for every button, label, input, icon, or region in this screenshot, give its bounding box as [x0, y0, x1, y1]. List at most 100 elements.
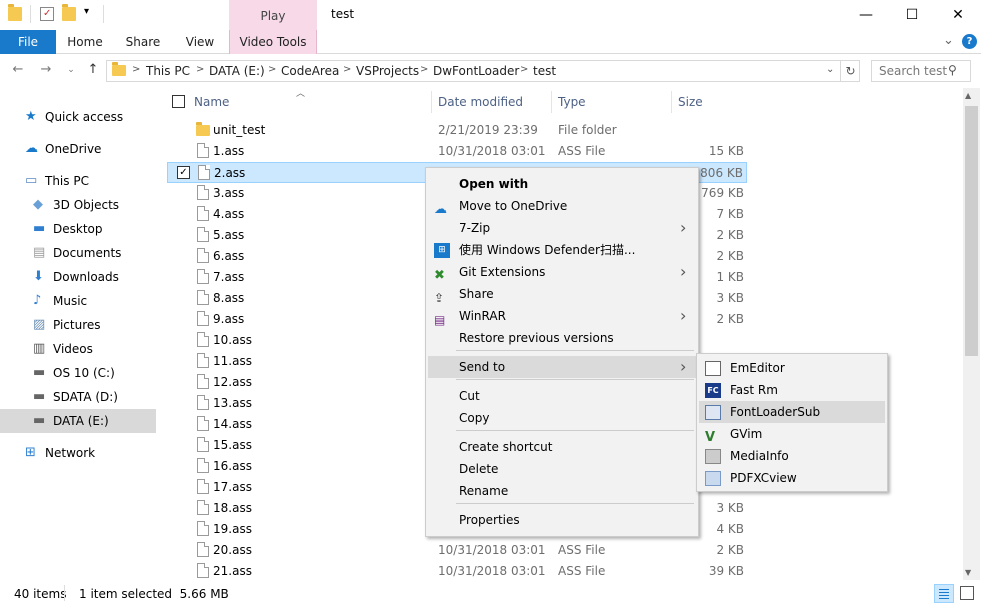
menu-item-7-zip[interactable]: 7-Zip › — [428, 217, 696, 239]
nav-item-videos[interactable]: ▥ Videos — [33, 338, 93, 360]
menu-item-restore-previous-versions[interactable]: Restore previous versions — [428, 327, 696, 349]
nav-item-this-pc[interactable]: ▭ This PC — [25, 170, 89, 192]
properties-icon[interactable]: ✓ — [40, 7, 54, 21]
select-all-checkbox[interactable] — [172, 95, 185, 108]
column-divider[interactable] — [431, 91, 432, 113]
menu-item-label: Move to OneDrive — [459, 199, 568, 213]
file-row[interactable]: 21.ass 10/31/2018 03:01 ASS File 39 KB — [167, 561, 747, 582]
file-row[interactable]: 1.ass 10/31/2018 03:01 ASS File 15 KB — [167, 141, 747, 162]
breadcrumb-separator[interactable]: > — [343, 64, 351, 75]
row-checkbox[interactable]: ✓ — [177, 166, 190, 179]
refresh-icon[interactable]: ↻ — [840, 60, 860, 82]
cloud-icon: ☁ — [25, 141, 38, 156]
nav-item-downloads[interactable]: ⬇ Downloads — [33, 266, 119, 288]
breadcrumb-separator[interactable]: > — [420, 64, 428, 75]
back-button[interactable]: ← — [10, 62, 26, 78]
help-icon[interactable]: ? — [962, 34, 977, 49]
nav-item-pictures[interactable]: ▨ Pictures — [33, 314, 101, 336]
send-to-mediainfo[interactable]: MediaInfo — [699, 445, 885, 467]
send-to-gvim[interactable]: V GVim — [699, 423, 885, 445]
tab-view[interactable]: View — [175, 30, 225, 54]
breadcrumb-test[interactable]: test — [533, 64, 556, 78]
nav-item-documents[interactable]: ▤ Documents — [33, 242, 121, 264]
customize-quick-access-icon[interactable]: ▾ — [84, 6, 89, 17]
column-date[interactable]: Date modified — [438, 95, 523, 109]
up-button[interactable]: ↑ — [85, 62, 101, 78]
file-type: ASS File — [558, 543, 606, 557]
file-icon — [197, 563, 209, 578]
ribbon-collapse-icon[interactable]: ⌄ — [943, 33, 954, 48]
send-to-pdfxcview[interactable]: PDFXCview — [699, 467, 885, 489]
file-size: 15 KB — [708, 144, 744, 158]
menu-item-git-extensions[interactable]: ✖ Git Extensions › — [428, 261, 696, 283]
tab-video-tools[interactable]: Video Tools — [229, 30, 317, 54]
menu-item-winrar[interactable]: ▤ WinRAR › — [428, 305, 696, 327]
column-size[interactable]: Size — [678, 95, 703, 109]
nav-item-quick-access[interactable]: ★ Quick access — [25, 106, 123, 128]
tab-share[interactable]: Share — [118, 30, 168, 54]
file-name: 18.ass — [213, 501, 252, 515]
column-divider[interactable] — [671, 91, 672, 113]
folder-row[interactable]: unit_test 2/21/2019 23:39 File folder — [167, 120, 747, 141]
close-button[interactable]: ✕ — [935, 0, 981, 30]
menu-item-cut[interactable]: Cut — [428, 385, 696, 407]
desktop-icon: ▬ — [33, 221, 46, 236]
send-to-fast-rm[interactable]: FC Fast Rm — [699, 379, 885, 401]
nav-item-data-e[interactable]: ▬ DATA (E:) — [33, 410, 109, 432]
folder-icon[interactable] — [8, 4, 22, 21]
breadcrumb-separator[interactable]: > — [520, 64, 528, 75]
nav-item-onedrive[interactable]: ☁ OneDrive — [25, 138, 101, 160]
nav-item-3d-objects[interactable]: ◆ 3D Objects — [33, 194, 119, 216]
breadcrumb-this-pc[interactable]: This PC — [146, 64, 190, 78]
file-name: 17.ass — [213, 480, 252, 494]
breadcrumb-separator[interactable]: > — [196, 64, 204, 75]
menu-item-share[interactable]: ⇪ Share — [428, 283, 696, 305]
folder-icon — [112, 62, 126, 76]
column-divider[interactable] — [551, 91, 552, 113]
nav-item-music[interactable]: ♪ Music — [33, 290, 87, 312]
new-folder-icon[interactable] — [62, 4, 76, 21]
tab-file[interactable]: File — [0, 30, 56, 54]
menu-item-open-with[interactable]: Open with — [428, 173, 696, 195]
breadcrumb-data-e[interactable]: DATA (E:) — [209, 64, 265, 78]
menu-item-move-to-onedrive[interactable]: ☁ Move to OneDrive — [428, 195, 696, 217]
menu-item-windows-defender[interactable]: ⊞ 使用 Windows Defender扫描... — [428, 239, 696, 261]
scroll-up-icon[interactable]: ▲ — [965, 91, 971, 100]
nav-item-sdata-d[interactable]: ▬ SDATA (D:) — [33, 386, 118, 408]
tab-home[interactable]: Home — [60, 30, 110, 54]
file-icon — [197, 479, 209, 494]
maximize-button[interactable]: ☐ — [889, 0, 935, 30]
file-name: 5.ass — [213, 228, 245, 242]
column-type[interactable]: Type — [558, 95, 586, 109]
breadcrumb-dwfontloader[interactable]: DwFontLoader — [433, 64, 519, 78]
scrollbar-thumb[interactable] — [965, 106, 978, 356]
nav-item-os-10-c[interactable]: ▬ OS 10 (C:) — [33, 362, 115, 384]
file-icon — [197, 437, 209, 452]
scroll-down-icon[interactable]: ▼ — [965, 568, 971, 577]
file-row[interactable]: 20.ass 10/31/2018 03:01 ASS File 2 KB — [167, 540, 747, 561]
menu-item-properties[interactable]: Properties — [428, 509, 696, 531]
menu-item-send-to[interactable]: Send to › — [428, 356, 696, 378]
address-dropdown-icon[interactable]: ⌄ — [826, 64, 834, 75]
breadcrumb-separator[interactable]: > — [268, 64, 276, 75]
send-to-emeditor[interactable]: EmEditor — [699, 357, 885, 379]
minimize-button[interactable]: — — [843, 0, 889, 30]
breadcrumb-codearea[interactable]: CodeArea — [281, 64, 339, 78]
breadcrumb-separator[interactable]: > — [132, 64, 140, 75]
details-view-icon[interactable] — [934, 584, 954, 603]
menu-separator — [456, 503, 694, 504]
menu-item-copy[interactable]: Copy — [428, 407, 696, 429]
nav-item-network[interactable]: ⊞ Network — [25, 442, 95, 464]
menu-item-delete[interactable]: Delete — [428, 458, 696, 480]
menu-item-rename[interactable]: Rename — [428, 480, 696, 502]
nav-item-desktop[interactable]: ▬ Desktop — [33, 218, 103, 240]
menu-item-create-shortcut[interactable]: Create shortcut — [428, 436, 696, 458]
send-to-fontloadersub[interactable]: FontLoaderSub — [699, 401, 885, 423]
large-icons-view-icon[interactable] — [960, 586, 974, 600]
breadcrumb-vsprojects[interactable]: VSProjects — [356, 64, 419, 78]
file-name: 20.ass — [213, 543, 252, 557]
column-name[interactable]: Name — [194, 95, 229, 109]
forward-button[interactable]: → — [38, 62, 54, 78]
recent-locations-button[interactable]: ⌄ — [63, 62, 79, 78]
drive-icon: ▬ — [33, 413, 46, 428]
